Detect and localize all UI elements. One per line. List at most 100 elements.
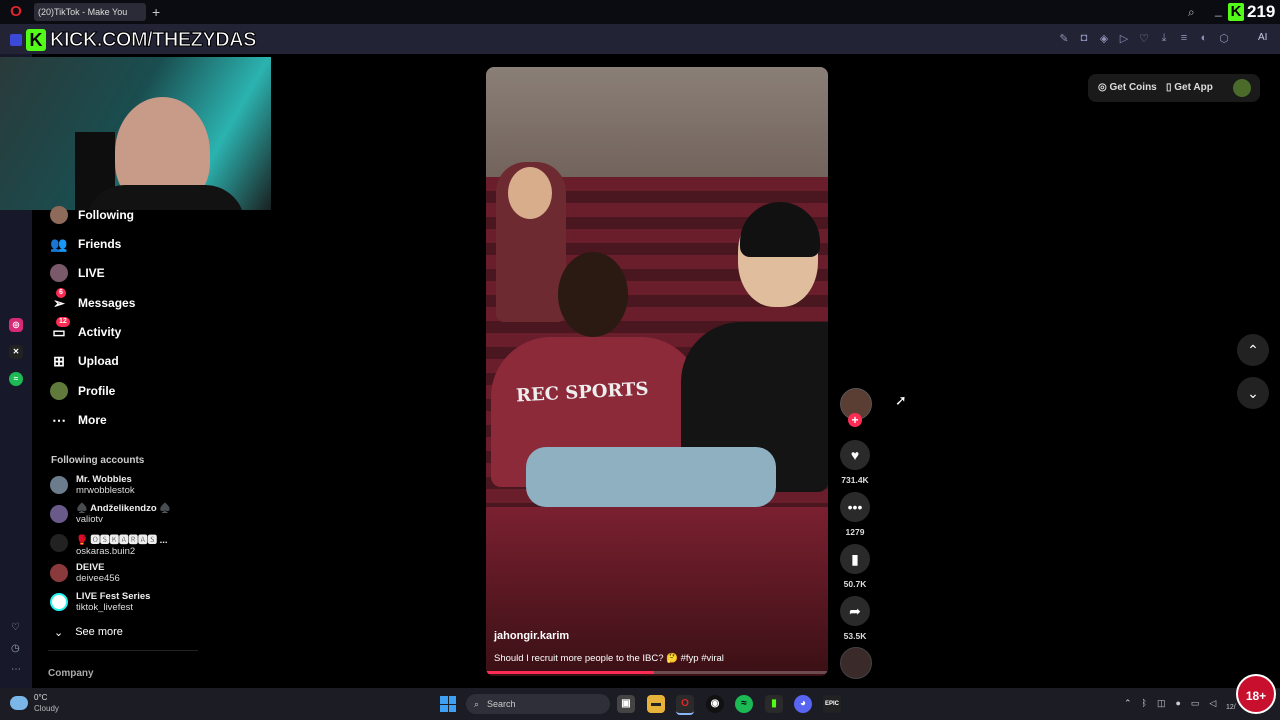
camera-icon[interactable]: ◘ <box>1078 32 1090 45</box>
history-icon[interactable]: ◷ <box>11 643 20 654</box>
menu-icon[interactable]: ≡ <box>1178 32 1190 45</box>
windows-start-icon[interactable] <box>440 696 456 712</box>
spotify-taskbar-icon[interactable]: ≈ <box>735 695 753 713</box>
like-button[interactable]: ♥ <box>840 440 870 470</box>
list-item[interactable]: 🥊 🅾🆂🅺🅰🆁🅰🆂 ... oskaras.buin2 <box>50 532 168 557</box>
nav-label: More <box>78 413 107 427</box>
nav-upload[interactable]: ⊞ Upload <box>50 350 119 372</box>
kick-banner: K KICK.COM/THEZYDAS <box>26 28 257 52</box>
nav-profile[interactable]: Profile <box>50 380 115 402</box>
weather-temp[interactable]: 0°C <box>34 693 47 702</box>
video-caption: Should I recruit more people to the IBC?… <box>494 653 724 664</box>
windows-taskbar <box>0 688 1280 720</box>
microphone-icon[interactable]: ● <box>1175 698 1180 709</box>
video-username[interactable]: jahongir.karim <box>494 630 569 642</box>
kick-logo-icon: K <box>1228 3 1244 21</box>
share-icon: ➦ <box>849 602 861 619</box>
nav-more[interactable]: ⋯ More <box>50 409 107 431</box>
spotify-icon[interactable]: ≈ <box>9 372 23 386</box>
nav-label: Activity <box>78 325 122 339</box>
extension-icon[interactable]: ⬡ <box>1218 32 1230 45</box>
nav-following[interactable]: Following <box>50 204 134 226</box>
play-icon[interactable]: ▷ <box>1118 32 1130 45</box>
get-coins-label: Get Coins <box>1109 82 1157 93</box>
clock[interactable]: 12/ <box>1226 704 1236 711</box>
instagram-icon[interactable]: ◎ <box>9 318 23 332</box>
more-options-icon[interactable]: ⋯ <box>11 664 21 675</box>
live-icon <box>50 264 68 282</box>
next-video-button[interactable]: ⌄ <box>1237 377 1269 409</box>
account-icon[interactable]: ◐ <box>1198 32 1210 45</box>
company-link[interactable]: Company <box>48 668 94 679</box>
comment-button[interactable]: ••• <box>840 492 870 522</box>
avatar <box>50 564 68 582</box>
home-icon[interactable] <box>10 34 22 46</box>
nav-activity[interactable]: ▭ 12 Activity <box>50 317 122 343</box>
opera-taskbar-icon[interactable]: O <box>676 695 694 715</box>
avatar <box>50 593 68 611</box>
taskbar-search[interactable]: ⌕ Search <box>466 694 610 714</box>
profile-avatar[interactable] <box>1233 79 1251 97</box>
viewer-count: 219 <box>1247 2 1276 21</box>
nav-label: Upload <box>78 354 119 368</box>
previous-video-button[interactable]: ⌃ <box>1237 334 1269 366</box>
nav-friends[interactable]: 👥 Friends <box>50 233 121 255</box>
favorites-icon[interactable]: ♡ <box>11 622 20 633</box>
kick-banner-logo-icon: K <box>26 29 46 51</box>
divider <box>48 650 198 651</box>
bluetooth-icon[interactable]: ᛒ <box>1142 698 1147 709</box>
new-tab-button[interactable]: + <box>152 4 164 20</box>
save-count: 50.7K <box>843 579 867 589</box>
account-name: DEIVE <box>76 562 105 573</box>
heart-icon[interactable]: ♡ <box>1138 32 1150 45</box>
network-icon[interactable]: ◫ <box>1157 698 1166 709</box>
get-app-button[interactable]: ▯ Get App <box>1166 82 1213 93</box>
friends-icon: 👥 <box>50 235 68 252</box>
shield-icon[interactable]: ◈ <box>1098 32 1110 45</box>
webcam-overlay <box>0 57 271 210</box>
account-handle: tiktok_livefest <box>76 602 134 613</box>
video-progress-bar[interactable] <box>486 671 828 674</box>
task-view-icon[interactable]: ▣ <box>617 695 635 713</box>
download-icon[interactable]: ⤓ <box>1158 32 1170 45</box>
list-item[interactable]: ♠️ Andželikendzo ♠️ valiotv <box>50 503 171 525</box>
music-disc-icon[interactable] <box>840 647 872 679</box>
obs-icon[interactable]: ◉ <box>706 695 724 713</box>
opera-logo-icon[interactable]: O <box>8 4 24 20</box>
account-handle: mrwobblestok <box>76 485 135 496</box>
account-handle: oskaras.buin2 <box>76 546 136 557</box>
nav-live[interactable]: LIVE <box>50 262 105 284</box>
messages-badge: 6 <box>56 288 66 298</box>
list-item[interactable]: LIVE Fest Series tiktok_livefest <box>50 591 150 613</box>
chevron-up-icon[interactable]: ⌃ <box>1124 698 1132 709</box>
list-item[interactable]: DEIVE deivee456 <box>50 562 120 584</box>
browser-tab[interactable]: (20)TikTok - Make You <box>34 3 146 21</box>
get-coins-button[interactable]: ◎ Get Coins <box>1098 82 1157 93</box>
comment-icon: ••• <box>847 499 863 515</box>
video-front-seats <box>486 507 828 676</box>
nav-messages[interactable]: ➢ 6 Messages <box>50 288 135 314</box>
share-button[interactable]: ➦ <box>840 596 870 626</box>
follow-plus-icon[interactable]: + <box>848 413 862 427</box>
epic-games-icon[interactable]: EPIC <box>823 695 841 713</box>
file-explorer-icon[interactable]: ▬ <box>647 695 665 713</box>
kick-banner-url: KICK.COM/THEZYDAS <box>50 28 257 51</box>
kick-taskbar-icon[interactable]: ▮ <box>765 695 783 713</box>
list-item[interactable]: Mr. Wobbles mrwobblestok <box>50 474 135 496</box>
minimize-icon[interactable]: _ <box>1215 3 1222 17</box>
see-more-button[interactable]: ⌄ See more <box>54 626 123 639</box>
display-icon[interactable]: ▭ <box>1191 698 1200 709</box>
save-button[interactable]: ▮ <box>840 544 870 574</box>
kick-viewer-count: K 219 <box>1228 2 1275 22</box>
more-icon: ⋯ <box>52 411 66 428</box>
x-icon[interactable]: ✕ <box>9 345 23 359</box>
search-icon: ⌕ <box>474 698 480 709</box>
edit-icon[interactable]: ✎ <box>1058 32 1070 45</box>
volume-icon[interactable]: ◁ <box>1209 698 1216 709</box>
tab-search-icon[interactable]: ⌕ <box>1188 5 1195 20</box>
video-progress-fill <box>486 671 654 674</box>
account-handle: valiotv <box>76 514 103 525</box>
aria-ai-button[interactable]: AI <box>1258 32 1267 43</box>
video-player[interactable]: REC SPORTS jahongir.karim Should I recru… <box>486 67 828 676</box>
discord-icon[interactable]: ◕ <box>794 695 812 713</box>
